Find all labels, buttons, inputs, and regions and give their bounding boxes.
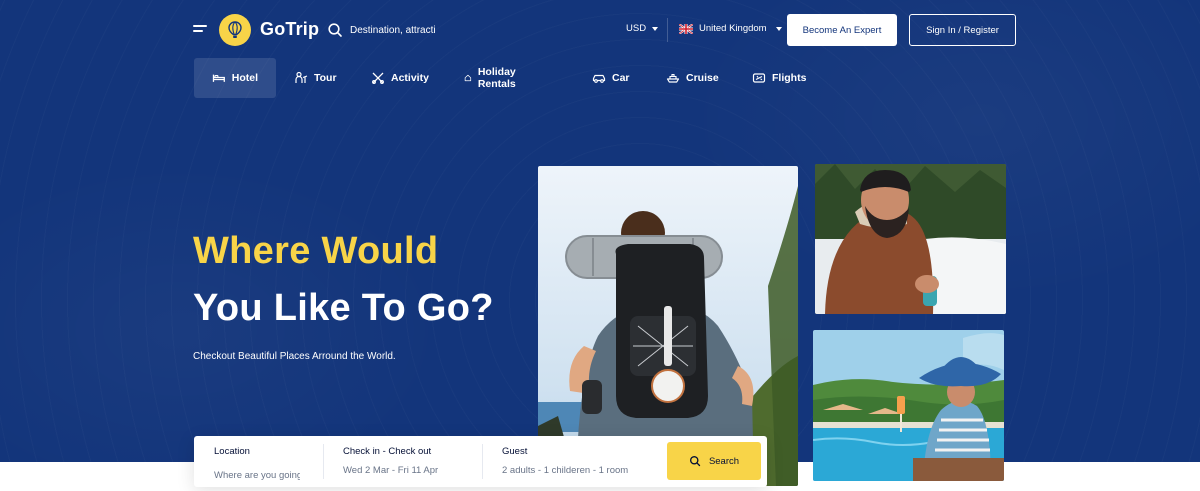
tab-label: Tour [314,72,337,84]
search-button[interactable]: Search [667,442,761,480]
brand-name[interactable]: GoTrip [260,19,319,40]
car-icon [592,74,606,83]
tab-cruise[interactable]: Cruise [666,58,719,98]
tab-label: Hotel [231,72,258,84]
become-expert-button[interactable]: Become An Expert [787,14,897,46]
bed-icon [212,74,225,82]
chevron-down-icon [775,26,782,31]
chevron-down-icon [652,26,659,31]
tour-guide-icon [295,71,308,83]
tab-label: Flights [772,72,807,84]
tab-hotel[interactable]: Hotel [194,58,276,98]
currency-selector[interactable]: USD [626,23,659,34]
tab-flights[interactable]: Flights [752,58,806,98]
field-divider [323,444,324,479]
guest-value: 2 adults - 1 childeren - 1 room [502,465,629,476]
tab-holiday-rentals[interactable]: Holiday Rentals [464,58,522,98]
tab-activity[interactable]: Activity [371,58,429,98]
home-icon [464,74,472,82]
tab-label: Car [612,72,630,84]
ship-icon [666,73,680,83]
hero-subtitle: Checkout Beautiful Places Arround the Wo… [193,351,396,362]
uk-flag-icon [679,23,693,34]
hero-photo-pool-resort [813,330,1004,481]
header-divider [667,18,668,42]
location-input[interactable] [214,470,300,481]
hero-headline-line2: You Like To Go? [193,287,494,329]
menu-icon[interactable] [193,25,207,35]
field-divider [482,444,483,479]
tab-label: Holiday Rentals [477,66,516,90]
hero-headline-line1: Where Would [193,230,439,272]
sign-in-register-button[interactable]: Sign In / Register [909,14,1016,46]
destination-search-input[interactable] [350,22,436,38]
tab-car[interactable]: Car [592,58,630,98]
booking-search-bar: Location Check in - Check out Wed 2 Mar … [194,436,767,487]
language-label: United Kingdom [699,23,767,34]
activity-icon [372,72,384,84]
tab-tour[interactable]: Tour [294,58,337,98]
search-button-label: Search [708,455,740,467]
tab-label: Activity [391,72,429,84]
search-icon [689,455,701,467]
guest-label: Guest [502,446,528,457]
dates-value: Wed 2 Mar - Fri 11 Apr [343,465,439,476]
tab-label: Cruise [686,72,719,84]
plane-icon [752,73,766,83]
logo-balloon-icon[interactable] [219,14,251,46]
location-label: Location [214,446,250,457]
search-icon [328,23,342,37]
hero-photo-bearded-hiker [815,164,1006,314]
guest-field[interactable]: Guest 2 adults - 1 childeren - 1 room [502,446,628,476]
dates-label: Check in - Check out [343,446,432,457]
dates-field[interactable]: Check in - Check out Wed 2 Mar - Fri 11 … [343,446,438,476]
currency-label: USD [626,23,647,34]
language-selector[interactable]: United Kingdom [679,23,782,34]
location-field[interactable]: Location [214,446,300,483]
